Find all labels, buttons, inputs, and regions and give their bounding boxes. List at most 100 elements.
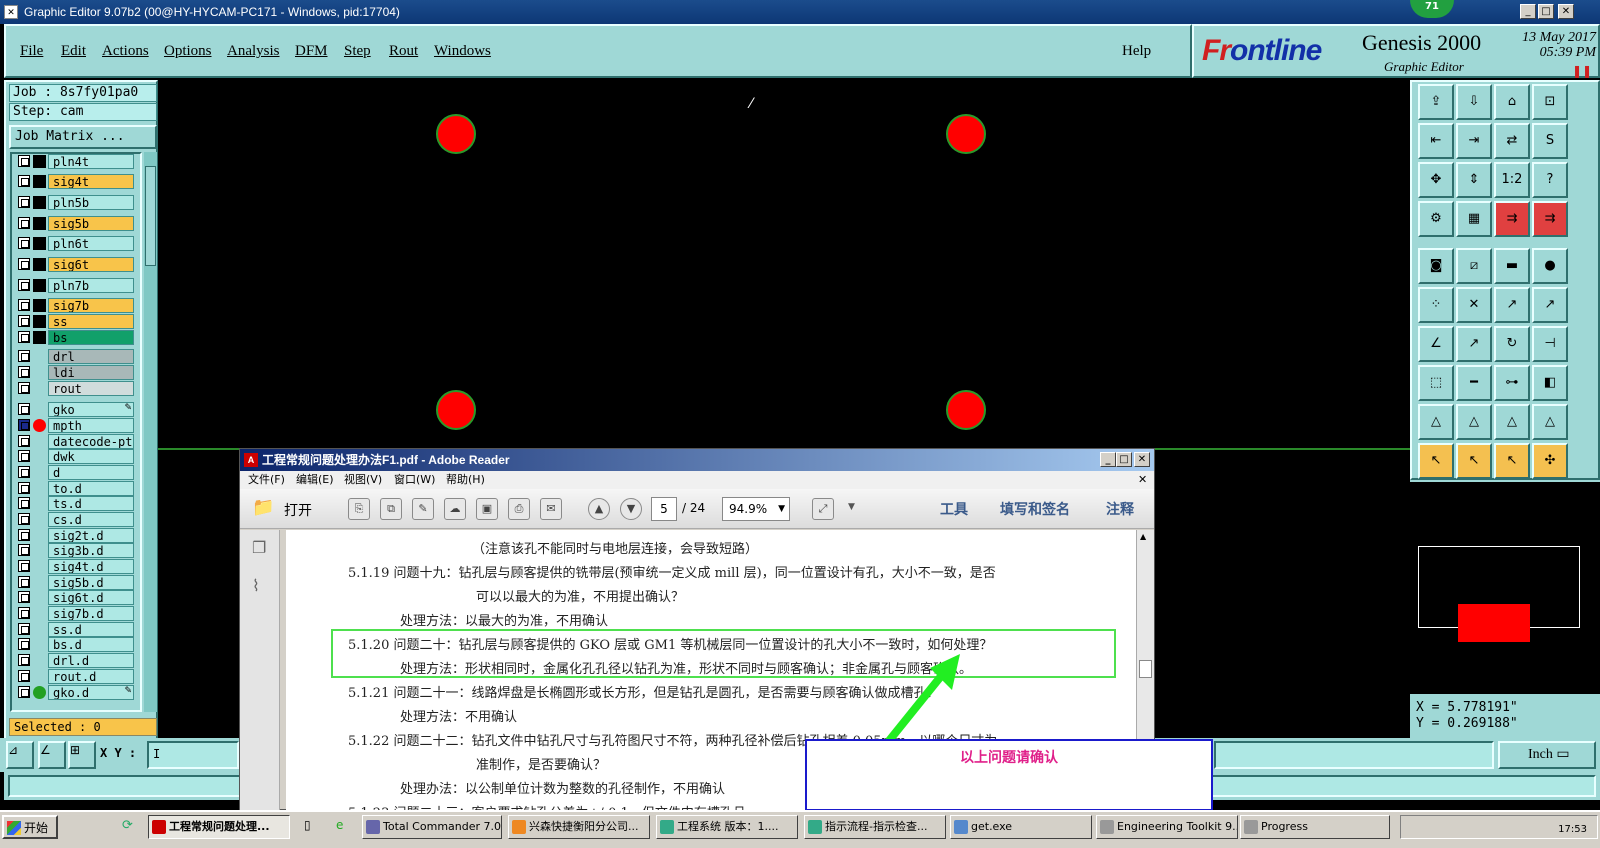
- layer-name[interactable]: pln6t: [48, 236, 134, 251]
- tri-b-icon[interactable]: △: [1456, 404, 1492, 440]
- layer-name[interactable]: gko: [48, 402, 134, 417]
- layer-checkbox[interactable]: [18, 576, 30, 588]
- measure-icon[interactable]: ∠: [38, 741, 66, 769]
- layer-name[interactable]: ss: [48, 314, 134, 329]
- frame-icon[interactable]: ⬚: [1418, 365, 1454, 401]
- layer-color-swatch[interactable]: [33, 299, 46, 312]
- layer-name[interactable]: sig3b.d: [48, 543, 134, 558]
- layer-row[interactable]: ss: [12, 314, 140, 329]
- layer-name[interactable]: sig6t.d: [48, 590, 134, 605]
- tri-a-icon[interactable]: △: [1418, 404, 1454, 440]
- menu-step[interactable]: Step: [344, 43, 371, 60]
- reader-close-button[interactable]: ✕: [1134, 452, 1150, 467]
- menu-options[interactable]: Options: [164, 43, 212, 60]
- layer-row[interactable]: pln4t: [12, 154, 140, 169]
- layer-color-swatch[interactable]: [33, 155, 46, 168]
- layer-row[interactable]: datecode-pt: [12, 434, 140, 449]
- split-icon[interactable]: ◧: [1532, 365, 1568, 401]
- hline-icon[interactable]: ━: [1456, 365, 1492, 401]
- layer-color-dot[interactable]: [33, 419, 46, 432]
- edit-icon[interactable]: ✎: [412, 498, 434, 520]
- swap-icon[interactable]: ⇄: [1494, 123, 1530, 159]
- zoom-icon[interactable]: ⇕: [1456, 162, 1492, 198]
- layer-color-swatch[interactable]: [33, 237, 46, 250]
- layer-row[interactable]: ss.d: [12, 622, 140, 637]
- menu-analysis[interactable]: Analysis: [227, 43, 280, 60]
- layer-row[interactable]: bs: [12, 330, 140, 345]
- start-button[interactable]: 开始: [2, 815, 58, 839]
- layer-row[interactable]: sig2t.d: [12, 528, 140, 543]
- task-toolkit[interactable]: Engineering Toolkit 9....: [1096, 815, 1238, 839]
- layer-checkbox[interactable]: [18, 435, 30, 447]
- layer-row[interactable]: gko.d ✎: [12, 685, 140, 700]
- angle-icon[interactable]: ∠: [1418, 326, 1454, 362]
- menu-rout[interactable]: Rout: [389, 43, 418, 60]
- fit-icon[interactable]: ⊡: [1532, 84, 1568, 120]
- layer-checkbox[interactable]: [18, 623, 30, 635]
- attachment-icon[interactable]: ⌇: [252, 576, 260, 595]
- grid-icon[interactable]: ⊞: [68, 741, 96, 769]
- layer-name[interactable]: sig6t: [48, 257, 134, 272]
- layer-name[interactable]: pln4t: [48, 154, 134, 169]
- menu-file[interactable]: File: [20, 43, 43, 60]
- layer-name[interactable]: bs: [48, 330, 134, 345]
- layer-row[interactable]: rout.d: [12, 669, 140, 684]
- next-page-icon[interactable]: ▼: [620, 498, 642, 520]
- connect-icon[interactable]: ⊶: [1494, 365, 1530, 401]
- task-get-exe[interactable]: get.exe: [950, 815, 1092, 839]
- quicklaunch-doc-icon[interactable]: ▯: [304, 818, 311, 832]
- pan-icon[interactable]: ✥: [1418, 162, 1454, 198]
- more-tools-icon[interactable]: ▼: [848, 502, 855, 512]
- menu-edit[interactable]: Edit: [61, 43, 86, 60]
- folder-icon[interactable]: 📁: [252, 497, 274, 518]
- layer-row[interactable]: sig5b: [12, 216, 140, 231]
- layer-name[interactable]: pln5b: [48, 195, 134, 210]
- layer-checkbox[interactable]: [18, 196, 30, 208]
- layer-name[interactable]: sig5b: [48, 216, 134, 231]
- layer-row[interactable]: pln7b: [12, 278, 140, 293]
- layer-checkbox[interactable]: [18, 466, 30, 478]
- layer-row[interactable]: sig5b.d: [12, 575, 140, 590]
- layer-row[interactable]: sig7b.d: [12, 606, 140, 621]
- layer-row[interactable]: sig6t: [12, 257, 140, 272]
- layer-name[interactable]: cs.d: [48, 512, 134, 527]
- layer-checkbox[interactable]: [18, 155, 30, 167]
- reader-menu-edit[interactable]: 编辑(E): [296, 471, 334, 489]
- layer-checkbox[interactable]: [18, 560, 30, 572]
- layer-checkbox[interactable]: [18, 299, 30, 311]
- reader-maximize-button[interactable]: □: [1116, 452, 1132, 467]
- layer-checkbox[interactable]: [18, 237, 30, 249]
- layer-name[interactable]: sig4t.d: [48, 559, 134, 574]
- create-pdf-icon[interactable]: ⎘: [348, 498, 370, 520]
- fill-sign-link[interactable]: 填写和签名: [1000, 499, 1070, 519]
- close-button[interactable]: ✕: [1558, 4, 1574, 19]
- job-matrix-button[interactable]: Job Matrix ...: [9, 125, 157, 149]
- layer-name[interactable]: datecode-pt: [48, 434, 134, 449]
- layer-name[interactable]: ts.d: [48, 496, 134, 511]
- layer-checkbox[interactable]: [18, 497, 30, 509]
- layer-row[interactable]: sig3b.d: [12, 543, 140, 558]
- layer-checkbox[interactable]: [18, 331, 30, 343]
- layer-checkbox[interactable]: [18, 315, 30, 327]
- reader-close-doc-icon[interactable]: ✕: [1138, 471, 1147, 489]
- email-icon[interactable]: ✉: [540, 498, 562, 520]
- comment-link[interactable]: 注释: [1106, 499, 1134, 519]
- layer-a-icon[interactable]: ⇉: [1494, 201, 1530, 237]
- layer-row[interactable]: sig7b: [12, 298, 140, 313]
- layer-color-swatch[interactable]: [33, 175, 46, 188]
- bracket-icon[interactable]: ⊣: [1532, 326, 1568, 362]
- layer-row[interactable]: d: [12, 465, 140, 480]
- layer-name[interactable]: drl.d: [48, 653, 134, 668]
- save-icon[interactable]: ▣: [476, 498, 498, 520]
- layer-checkbox[interactable]: [18, 591, 30, 603]
- quicklaunch-icon[interactable]: ⟳: [122, 818, 133, 833]
- layer-row[interactable]: ts.d: [12, 496, 140, 511]
- layer-row[interactable]: dwk: [12, 449, 140, 464]
- menu-windows[interactable]: Windows: [434, 43, 491, 60]
- xy-input[interactable]: I: [147, 741, 239, 769]
- layer-checkbox[interactable]: [18, 654, 30, 666]
- layer-name[interactable]: ss.d: [48, 622, 134, 637]
- layer-row[interactable]: drl: [12, 349, 140, 364]
- fit-page-icon[interactable]: ⤢: [812, 498, 834, 520]
- menu-dfm[interactable]: DFM: [295, 43, 328, 60]
